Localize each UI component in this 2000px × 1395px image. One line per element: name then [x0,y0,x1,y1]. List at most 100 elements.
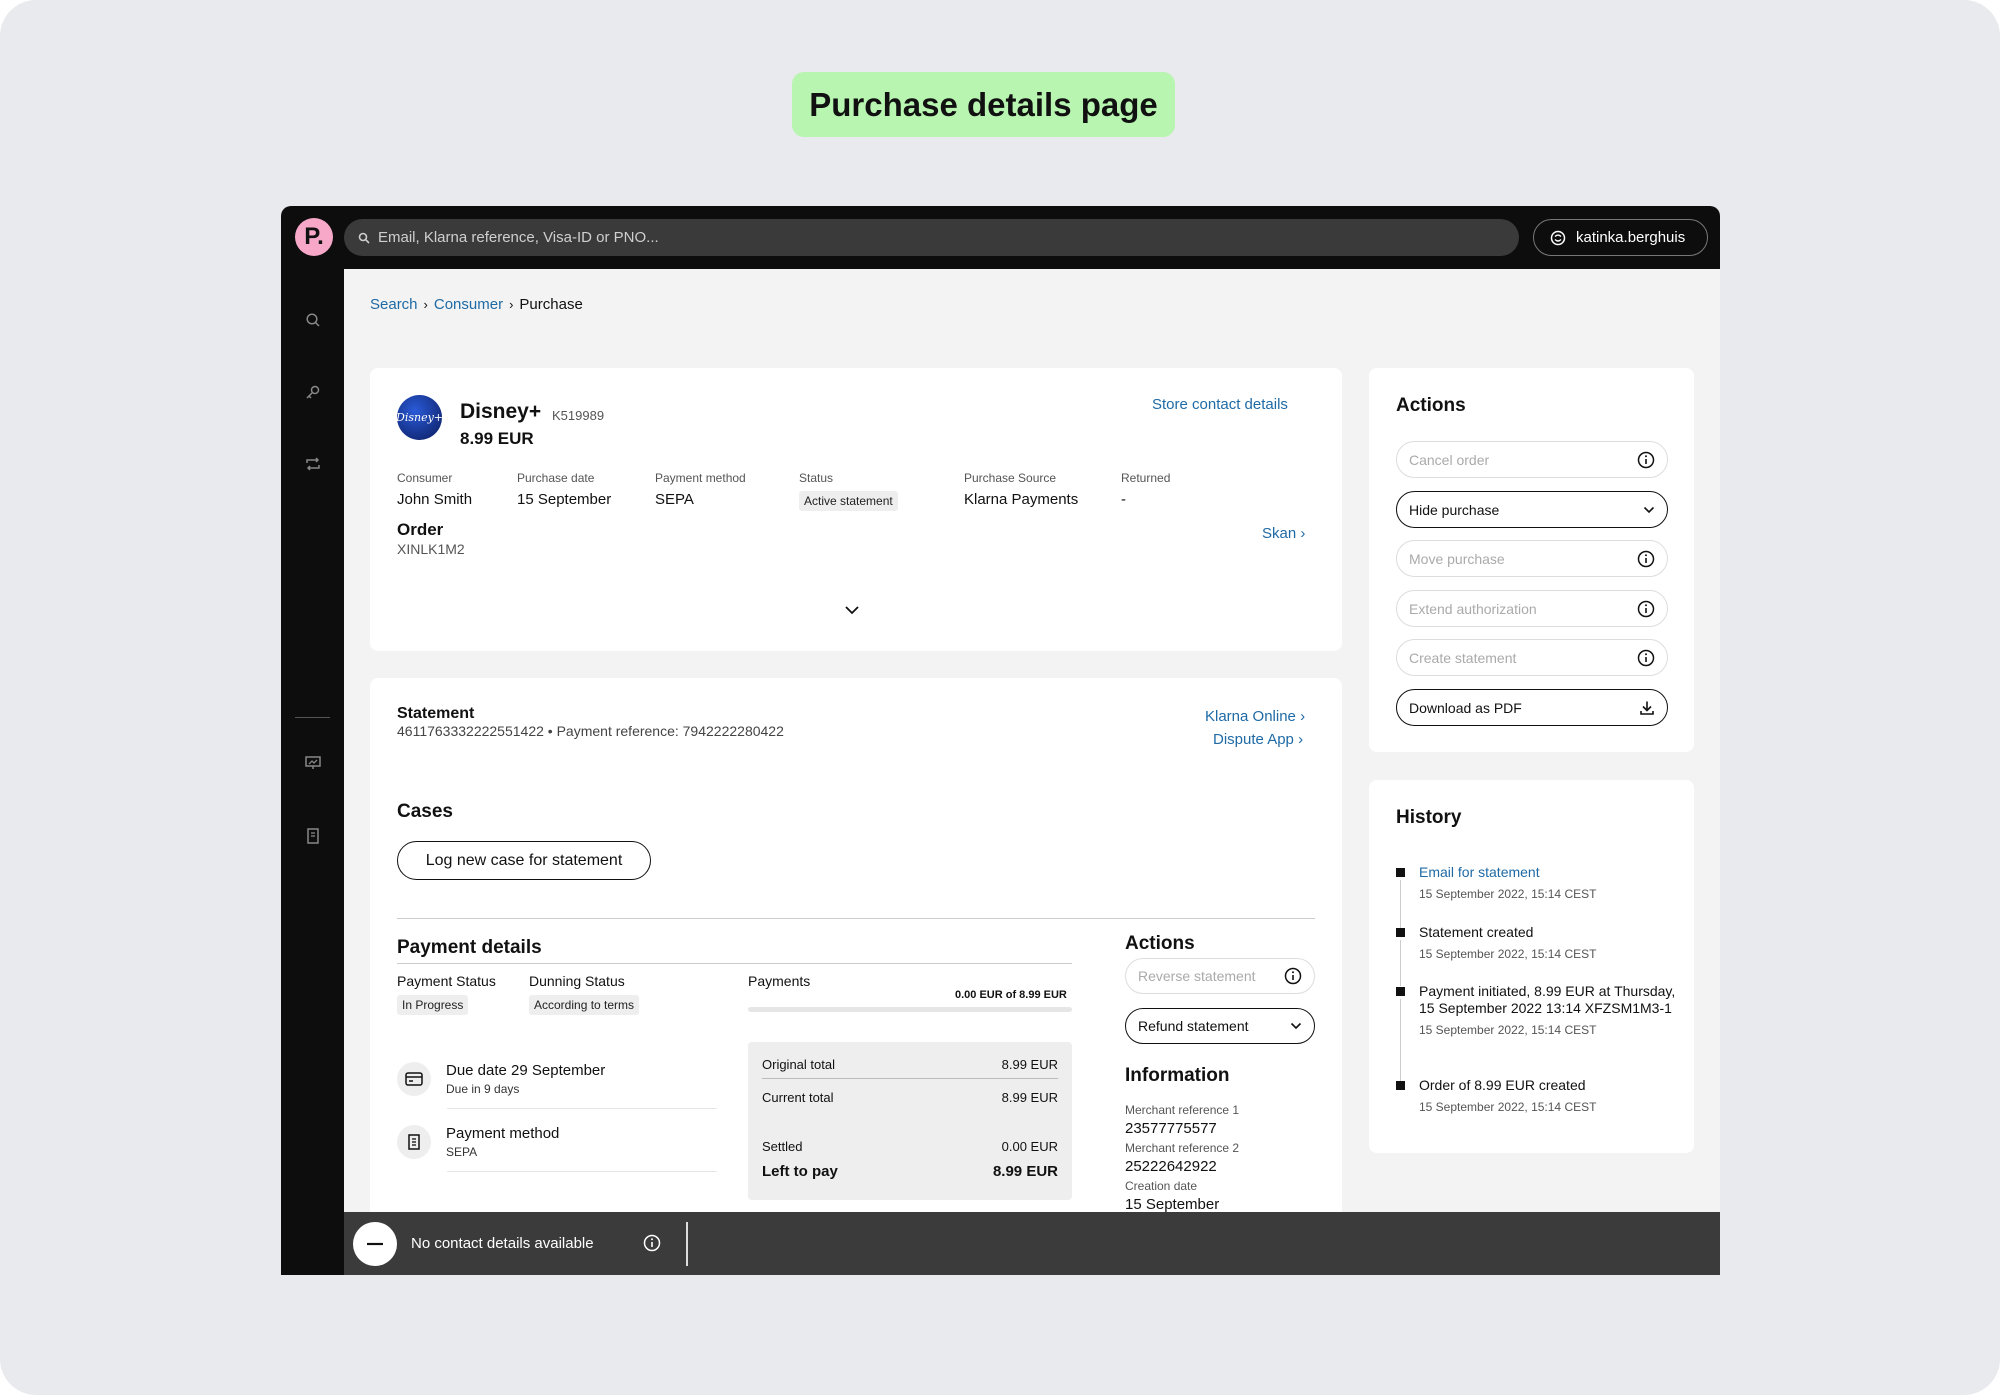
left-to-pay-value: 8.99 EUR [992,1163,1058,1180]
divider [686,1222,688,1266]
history-item-time: 15 September 2022, 15:14 CEST [1419,1023,1597,1037]
key-icon[interactable] [302,381,324,403]
current-total-row: Current total 8.99 EUR [762,1090,1058,1105]
history-bullet [1396,868,1405,877]
refund-statement-button[interactable]: Refund statement [1125,1008,1315,1044]
app-window: P. katinka.berghuis [281,206,1720,1275]
history-item: Email for statement 15 September 2022, 1… [1396,864,1686,928]
actions-card: Actions Cancel order Hide purchase Move … [1369,368,1694,752]
cancel-order-button[interactable]: Cancel order [1396,441,1668,478]
breadcrumb: Search › Consumer › Purchase [370,296,583,313]
download-pdf-button[interactable]: Download as PDF [1396,689,1668,726]
left-to-pay-row: Left to pay 8.99 EUR [762,1163,1058,1180]
app-logo[interactable]: P. [295,218,333,256]
download-icon [1640,701,1654,715]
statement-card: Statement 4611763332222551422 • Payment … [370,678,1342,1275]
repeat-icon[interactable] [302,453,324,475]
store-contact-details-link[interactable]: Store contact details [1152,396,1288,413]
history-item-text[interactable]: Email for statement [1419,864,1686,881]
dispute-app-link[interactable]: Dispute App › [1213,731,1303,748]
dunning-status-badge: According to terms [529,995,640,1015]
history-item-time: 15 September 2022, 15:14 CEST [1419,947,1597,961]
settled-value: 0.00 EUR [1001,1139,1058,1154]
consumer-field: Consumer John Smith [397,471,472,508]
returned-field: Returned - [1121,471,1170,508]
payments-label: Payments [748,973,811,989]
search-bar[interactable] [344,219,1519,256]
consumer-value[interactable]: John Smith [397,491,472,508]
info-icon[interactable] [1637,649,1655,667]
search-input[interactable] [378,229,1478,246]
presentation-icon[interactable] [302,752,324,774]
payment-method-row: Payment method SEPA [397,1125,559,1159]
user-name: katinka.berghuis [1576,229,1686,246]
settled-row: Settled 0.00 EUR [762,1139,1058,1154]
download-pdf-label: Download as PDF [1409,699,1522,716]
order-id: XINLK1M2 [397,541,465,557]
breadcrumb-consumer[interactable]: Consumer [434,296,503,313]
divider [397,918,1315,919]
dispute-app-label: Dispute App [1213,731,1294,748]
create-statement-button[interactable]: Create statement [1396,639,1668,676]
move-purchase-button[interactable]: Move purchase [1396,540,1668,577]
payment-status-badge: In Progress [397,995,469,1015]
create-statement-label: Create statement [1409,649,1517,666]
left-to-pay-label: Left to pay [762,1163,838,1180]
user-menu-button[interactable]: katinka.berghuis [1533,219,1708,256]
creation-date-label: Creation date [1125,1179,1198,1193]
current-total-value: 8.99 EUR [1001,1090,1058,1105]
log-new-case-button[interactable]: Log new case for statement [397,841,651,880]
building-icon[interactable] [302,825,324,847]
canvas: Purchase details page P. katinka.berghui… [0,0,2000,1395]
info-icon[interactable] [1637,550,1655,568]
divider [397,963,1072,964]
breadcrumb-search[interactable]: Search [370,296,418,313]
field-label: Purchase date [517,471,595,485]
original-total-value: 8.99 EUR [1001,1057,1058,1072]
skan-link[interactable]: Skan › [1262,525,1305,542]
minus-icon[interactable] [353,1222,397,1266]
info-icon[interactable] [643,1234,661,1257]
breadcrumb-purchase: Purchase [519,296,583,313]
payment-details-title: Payment details [397,937,542,958]
payment-method-title: Payment method [446,1125,560,1142]
purchase-date-field: Purchase date 15 September [517,471,611,508]
settled-label: Settled [762,1139,803,1154]
reverse-statement-button[interactable]: Reverse statement [1125,958,1315,994]
payments-progress-bar [748,1007,1072,1012]
creation-date-value: 15 September [1125,1196,1220,1213]
statement-line: 4611763332222551422 • Payment reference:… [397,723,784,739]
merchant-id: K519989 [552,408,605,423]
field-label: Payment method [655,471,746,485]
history-item-time: 15 September 2022, 15:14 CEST [1419,1100,1597,1114]
field-value: 15 September [517,491,612,508]
history-item-text: Payment initiated, 8.99 EUR at Thursday,… [1419,983,1676,1016]
extend-authorization-button[interactable]: Extend authorization [1396,590,1668,627]
chevron-right-icon: › [509,297,514,312]
info-icon[interactable] [1637,600,1655,618]
merchant-ref1-label: Merchant reference 1 [1125,1103,1240,1117]
building-icon [397,1125,431,1159]
statement-number: 4611763332222551422 [397,723,544,739]
klarna-online-link[interactable]: Klarna Online › [1205,708,1305,725]
history-item-text: Statement created [1419,924,1534,940]
field-value: - [1121,491,1126,508]
refund-statement-label: Refund statement [1138,1018,1249,1034]
chevron-down-icon[interactable] [844,602,860,620]
info-icon[interactable] [1637,451,1655,469]
search-icon[interactable] [302,309,324,331]
history-bullet [1396,928,1405,937]
due-date-sub: Due in 9 days [446,1082,520,1096]
field-value: Klarna Payments [964,491,1079,508]
merchant-ref1-value: 23577775577 [1125,1120,1217,1137]
page-label: Purchase details page [792,72,1175,137]
merchant-name: Disney+ [460,400,542,423]
history-connector [1400,880,1401,928]
info-icon[interactable] [1284,967,1302,985]
dunning-status: Dunning Status According to terms [529,973,640,1015]
cases-title: Cases [397,801,453,822]
totals-box: Original total 8.99 EUR Current total 8.… [748,1042,1072,1200]
hide-purchase-button[interactable]: Hide purchase [1396,491,1668,528]
original-total-label: Original total [762,1057,835,1072]
divider [447,1108,717,1109]
